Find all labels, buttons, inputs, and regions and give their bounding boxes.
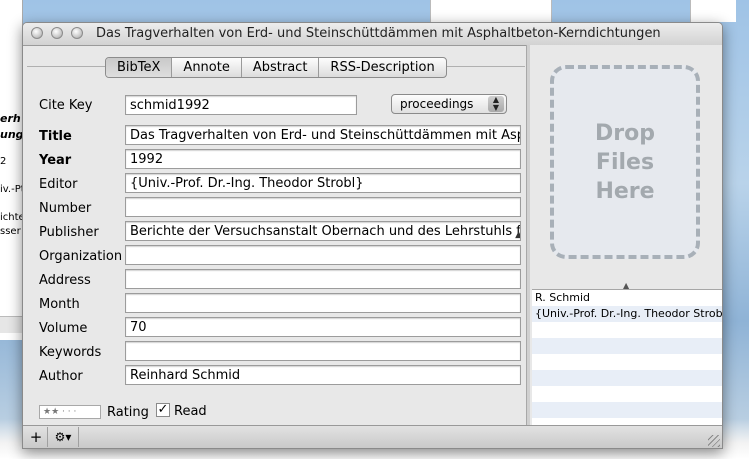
cite-key-label: Cite Key: [39, 98, 93, 113]
number-field[interactable]: [125, 197, 521, 217]
drop-zone-line: Here: [595, 178, 655, 204]
volume-field[interactable]: 70: [125, 317, 521, 337]
field-label-keywords: Keywords: [39, 345, 102, 360]
cite-key-field[interactable]: schmid1992: [125, 95, 357, 115]
month-field[interactable]: [125, 293, 521, 313]
drop-zone-text: Drop Files Here: [595, 119, 655, 206]
read-checkbox[interactable]: ✓: [156, 403, 170, 417]
title-field[interactable]: Das Tragverhalten von Erd- und Steinschü…: [125, 125, 521, 145]
tab-bar: BibTeX Annote Abstract RSS-Description: [105, 57, 447, 78]
year-field[interactable]: 1992: [125, 149, 521, 169]
close-button[interactable]: [31, 27, 43, 39]
drop-zone-line: Files: [595, 149, 655, 175]
background-text: 2: [0, 156, 7, 167]
side-pane: Drop Files Here ▲ R. Schmid {Univ.-Prof.…: [530, 45, 722, 448]
background-window-top-right: [690, 0, 736, 22]
tab-rss-description[interactable]: RSS-Description: [319, 58, 445, 77]
background-text: iv.-Pt: [0, 184, 22, 195]
editor-field[interactable]: {Univ.-Prof. Dr.-Ing. Theodor Strobl}: [125, 173, 521, 193]
background-window-left: erh ung 2 iv.-Pt ichte sser: [0, 0, 23, 340]
field-label-month: Month: [39, 297, 80, 312]
background-window-top: [430, 0, 552, 22]
tab-bibtex[interactable]: BibTeX: [106, 58, 173, 77]
multiline-indicator-icon: ▲: [515, 226, 520, 240]
address-field[interactable]: [125, 269, 521, 289]
popup-arrows-icon: ▲ ▼: [488, 96, 504, 112]
field-label-year: Year: [39, 153, 72, 168]
list-item[interactable]: {Univ.-Prof. Dr.-Ing. Theodor Strobl: [532, 306, 722, 322]
author-field[interactable]: Reinhard Schmid: [125, 365, 521, 385]
field-label-address: Address: [39, 273, 91, 288]
background-text: sser: [0, 226, 21, 237]
entry-type-value: proceedings: [400, 97, 474, 111]
field-label-title: Title: [39, 129, 72, 144]
rating-control[interactable]: ★★ · · ·: [39, 405, 101, 419]
drop-files-zone[interactable]: Drop Files Here: [550, 65, 700, 259]
background-text: ung: [0, 128, 22, 141]
entry-type-popup[interactable]: proceedings ▲ ▼: [391, 94, 507, 114]
keywords-field[interactable]: [125, 341, 521, 361]
add-button[interactable]: +: [25, 427, 48, 447]
publisher-value: Berichte der Versuchsanstalt Obernach un…: [130, 224, 521, 239]
list-item[interactable]: R. Schmid: [532, 290, 722, 306]
background-text: erh: [0, 112, 21, 125]
tab-annote[interactable]: Annote: [172, 58, 242, 77]
field-label-editor: Editor: [39, 177, 78, 192]
tab-abstract[interactable]: Abstract: [242, 58, 320, 77]
drop-zone-line: Drop: [595, 120, 655, 146]
rating-label: Rating: [107, 405, 149, 420]
title-bar[interactable]: Das Tragverhalten von Erd- und Steinschü…: [23, 23, 722, 46]
minimize-button[interactable]: [51, 27, 63, 39]
background-text: ichte: [0, 212, 22, 223]
gear-menu-button[interactable]: ⚙▾: [48, 427, 79, 447]
organization-field[interactable]: [125, 245, 521, 265]
publisher-field[interactable]: Berichte der Versuchsanstalt Obernach un…: [125, 221, 521, 241]
field-label-volume: Volume: [39, 321, 88, 336]
resize-grip-icon[interactable]: [708, 435, 720, 447]
bottom-bar: + ⚙▾: [23, 425, 722, 448]
field-label-organization: Organization: [39, 249, 123, 264]
zoom-button[interactable]: [71, 27, 83, 39]
background-window-bottom-bar: [0, 316, 22, 333]
read-label: Read: [174, 404, 207, 419]
field-label-number: Number: [39, 201, 92, 216]
editor-window: Das Tragverhalten von Erd- und Steinschü…: [22, 22, 723, 449]
field-label-publisher: Publisher: [39, 225, 99, 240]
field-label-author: Author: [39, 369, 83, 384]
window-title: Das Tragverhalten von Erd- und Steinschü…: [96, 26, 661, 41]
